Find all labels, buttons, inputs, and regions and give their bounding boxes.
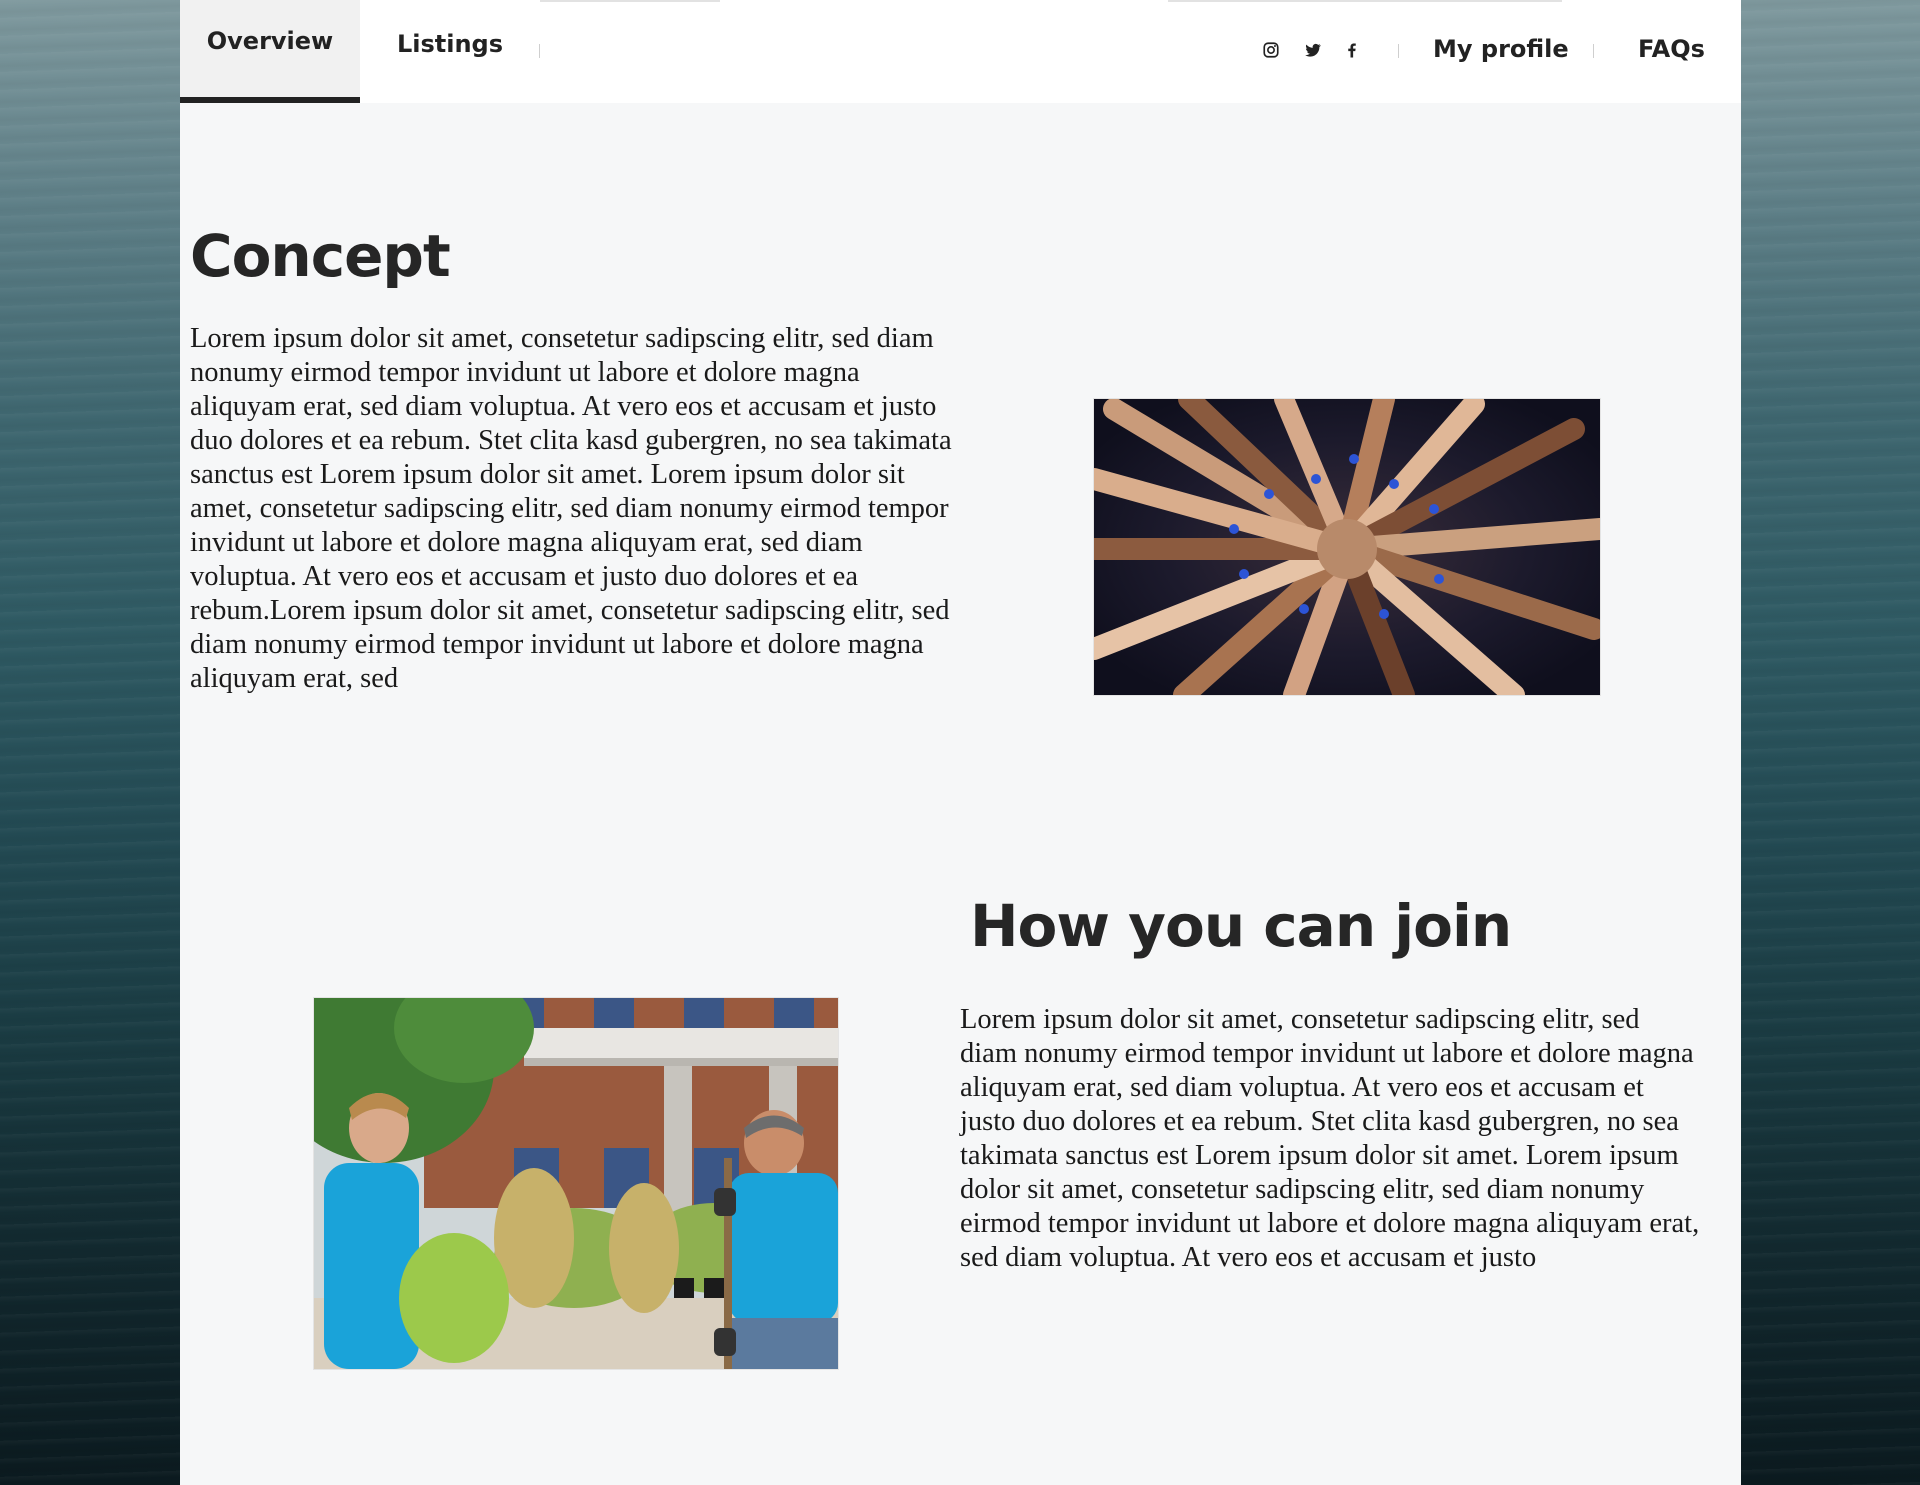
join-title: How you can join xyxy=(970,892,1512,960)
tab-listings[interactable]: Listings xyxy=(360,0,540,103)
content-panel: Overview Listings My profile FAQs Concep… xyxy=(180,0,1741,1485)
top-divider xyxy=(540,0,720,2)
concept-body: Lorem ipsum dolor sit amet, consetetur s… xyxy=(190,323,952,694)
top-divider xyxy=(1168,0,1562,2)
tab-overview-label: Overview xyxy=(206,26,334,55)
navbar: Overview Listings My profile FAQs xyxy=(180,0,1741,103)
my-profile-link[interactable]: My profile xyxy=(1433,28,1569,70)
tab-overview[interactable]: Overview xyxy=(180,0,360,103)
nav-separator xyxy=(539,44,540,58)
nav-separator xyxy=(1398,44,1399,58)
team-hands-photo xyxy=(1093,398,1601,696)
faqs-link[interactable]: FAQs xyxy=(1638,28,1705,70)
concept-title: Concept xyxy=(190,222,451,290)
instagram-icon[interactable] xyxy=(1259,38,1283,62)
twitter-icon[interactable] xyxy=(1301,38,1325,62)
tab-listings-label: Listings xyxy=(396,29,504,58)
volunteers-gardening-photo xyxy=(313,997,839,1370)
join-body: Lorem ipsum dolor sit amet, consetetur s… xyxy=(960,1004,1700,1273)
nav-separator xyxy=(1593,44,1594,58)
facebook-icon[interactable] xyxy=(1340,38,1364,62)
